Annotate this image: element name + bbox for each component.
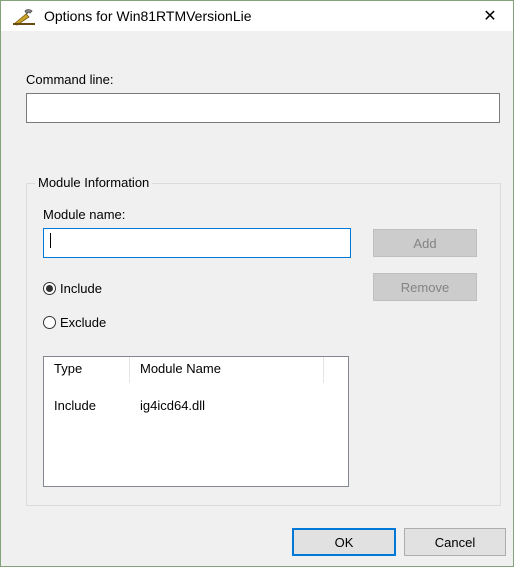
column-separator[interactable] <box>129 357 130 383</box>
list-item-module-name: ig4icd64.dll <box>140 398 206 413</box>
exclude-radio-button[interactable] <box>43 316 56 329</box>
column-separator[interactable] <box>323 357 324 383</box>
remove-button[interactable]: Remove <box>373 273 477 301</box>
title-bar: Options for Win81RTMVersionLie ✕ <box>1 1 513 31</box>
cancel-button[interactable]: Cancel <box>404 528 506 556</box>
window-title: Options for Win81RTMVersionLie <box>44 8 252 24</box>
module-name-label: Module name: <box>43 207 126 222</box>
ok-button[interactable]: OK <box>292 528 396 556</box>
list-item-type: Include <box>54 398 96 413</box>
options-dialog: Options for Win81RTMVersionLie ✕ Command… <box>0 0 514 567</box>
include-radio-button[interactable] <box>43 282 56 295</box>
module-list[interactable]: Type Module Name Include ig4icd64.dll <box>43 356 349 487</box>
module-name-input[interactable] <box>43 228 351 258</box>
command-line-input[interactable] <box>26 93 500 123</box>
cancel-button-label: Cancel <box>434 534 476 550</box>
list-item[interactable]: Include ig4icd64.dll <box>44 397 344 415</box>
ok-button-label: OK <box>334 534 354 550</box>
text-caret <box>50 233 51 248</box>
include-radio[interactable]: Include <box>43 281 102 296</box>
module-list-header: Type Module Name <box>44 357 324 383</box>
remove-button-label: Remove <box>400 279 450 295</box>
shim-wrench-icon <box>12 8 36 26</box>
column-header-type[interactable]: Type <box>54 357 82 381</box>
exclude-radio[interactable]: Exclude <box>43 315 106 330</box>
close-icon: ✕ <box>483 8 497 25</box>
column-header-module-name[interactable]: Module Name <box>140 357 221 381</box>
module-information-legend: Module Information <box>35 175 153 190</box>
add-button-label: Add <box>413 235 437 251</box>
exclude-label: Exclude <box>60 315 107 330</box>
add-button[interactable]: Add <box>373 229 477 257</box>
include-label: Include <box>60 281 102 296</box>
close-button[interactable]: ✕ <box>467 1 513 31</box>
command-line-label: Command line: <box>26 72 114 87</box>
